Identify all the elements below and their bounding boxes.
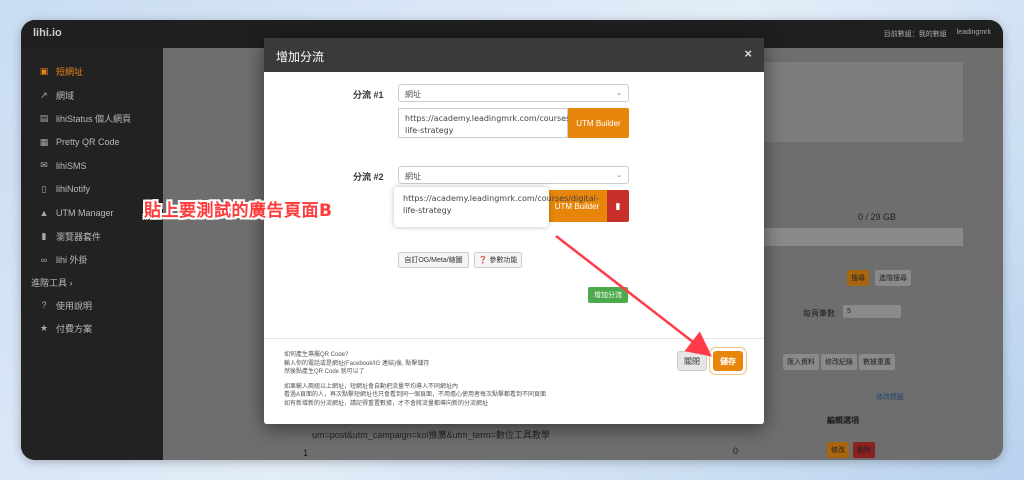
split-1-url-input[interactable]: https://academy.leadingmrk.com/courses/d… [398, 108, 601, 138]
split-2-url-value: https://academy.leadingmrk.com/courses/d… [403, 194, 599, 215]
sidebar-item-label: 使用說明 [56, 300, 93, 311]
sidebar-item-2[interactable]: ▤ lihiStatus 個人網頁 [21, 107, 163, 131]
annotation-callout: 貼上要測試的廣告頁面B [144, 201, 333, 221]
modal-title: 增加分流 [276, 50, 325, 64]
per-page-label: 每頁筆數 [803, 309, 835, 318]
page-icon: ▤ [39, 113, 49, 124]
edit-tags-link: 修改標籤 [876, 394, 904, 401]
sidebar-item-8[interactable]: ∞ lihi 外掛 [21, 248, 163, 272]
search-field-bg [763, 228, 963, 246]
group-selector[interactable]: 目前數組：我的數組 [884, 29, 947, 39]
star-icon: ★ [39, 323, 49, 334]
sidebar-item-label: UTM Manager [56, 207, 114, 218]
phone-icon: ▯ [41, 183, 47, 194]
sidebar-item-0[interactable]: ▣ 短網址 [21, 60, 163, 84]
split-1-label: 分流 #1 [353, 90, 384, 100]
help-line: 然後點產生QR Code 就可以了 [284, 369, 365, 376]
link-box-icon: ▣ [39, 66, 49, 77]
help-line: 如有新增新的分流網址，請記得重置數據，才不會將流量都導向新的分流網址 [284, 400, 489, 407]
background-tab-1: 修改紀錄 [821, 354, 857, 370]
modal-footer: 如何產生專屬QR Code? 輸入你的電話或是網址(Facebook/IG 連結)… [264, 338, 764, 424]
sidebar-item-label: 瀏覽器套件 [56, 231, 102, 242]
utm-icon: ▲ [39, 207, 49, 218]
close-icon[interactable]: × [744, 46, 752, 61]
sidebar-item-label: Pretty QR Code [56, 137, 120, 148]
account-menu[interactable]: leadingmrk [957, 29, 991, 39]
help-line: 如何產生專屬QR Code? [284, 352, 349, 358]
sidebar-item-3[interactable]: ▦ Pretty QR Code [21, 131, 163, 155]
split-2-type-value: 網址 [405, 172, 421, 181]
sidebar-item-label: 網域 [56, 90, 75, 101]
param-function-button[interactable]: ❓ 參數功能 [474, 252, 522, 268]
close-button[interactable]: 關閉 [677, 351, 707, 371]
sidebar-item-7[interactable]: ▮ 瀏覽器套件 [21, 225, 163, 249]
split-1-utm-builder-button[interactable]: UTM Builder [568, 108, 629, 138]
edit-options-header: 編輯選項 [827, 416, 859, 425]
help-line: 如果輸入兩組以上網址，短網址會自動把流量平均導入不同網址內 [284, 383, 459, 390]
sidebar-item-more-1[interactable]: ★ 付費方案 [21, 317, 163, 341]
split-2-delete-button[interactable]: ▮ [607, 190, 629, 222]
sidebar-item-4[interactable]: ✉ lihiSMS [21, 154, 163, 178]
add-split-button[interactable]: 增加分流 [588, 287, 628, 303]
help-line: 看過A頁面的人，再次點擊短網址也只會看到同一個頁面，不用擔心使用者每次點擊都看到… [284, 392, 547, 399]
storage-usage: 0 / 29 GB [858, 212, 897, 222]
question-icon: ❓ [478, 257, 488, 264]
plugin-icon: ∞ [40, 254, 48, 265]
row-url-tail: um=post&utm_campaign=kol推廣&utm_term=數位工具… [312, 430, 550, 440]
sidebar-item-more-0[interactable]: ? 使用說明 [21, 294, 163, 318]
sidebar-item-5[interactable]: ▯ lihiNotify [21, 178, 163, 202]
edit-button-bg: 修改 [827, 442, 849, 458]
row-count: 0 [733, 446, 739, 456]
top-right-menu: 目前數組：我的數組 leadingmrk [884, 29, 991, 39]
split-1-type-select[interactable]: 網址 ⌄ [398, 84, 629, 102]
background-panel [763, 62, 963, 142]
qr-icon: ▦ [39, 136, 49, 147]
search-button-bg: 搜尋 [847, 270, 869, 286]
background-tab-2: 數據重置 [859, 354, 895, 370]
sidebar-item-1[interactable]: ↗ 網域 [21, 84, 163, 108]
custom-og-button[interactable]: 自訂OG/Meta/縮圖 [398, 252, 469, 268]
tabs-bg: 匯入資料 修改紀錄 數據重置 [783, 354, 895, 370]
sidebar-item-label: lihiSMS [56, 160, 87, 171]
sidebar-item-label: lihiNotify [56, 184, 91, 195]
split-2-url-input[interactable]: https://academy.leadingmrk.com/courses/d… [394, 187, 599, 227]
sidebar-item-label: 付費方案 [56, 324, 93, 335]
param-function-label: 參數功能 [489, 257, 518, 264]
chevron-down-icon: ⌄ [616, 172, 622, 179]
help-icon: ? [41, 300, 47, 311]
add-split-modal: 增加分流 × 分流 #1 網址 ⌄ https://academy.leadin… [264, 38, 764, 424]
help-line: 輸入你的電話或是網址(Facebook/IG 連結)後, 點擊儲存 [284, 360, 430, 367]
sidebar-item-6[interactable]: ▲ UTM Manager [21, 201, 163, 225]
delete-button-bg: 刪除 [853, 442, 875, 458]
save-button[interactable]: 儲存 [710, 348, 746, 374]
mail-icon: ✉ [40, 160, 48, 171]
row-number: 1 [303, 448, 309, 458]
split-2-type-select[interactable]: 網址 ⌄ [398, 166, 629, 184]
chevron-down-icon: ⌄ [616, 90, 622, 97]
sidebar-item-label: 短網址 [56, 67, 84, 78]
adv-search-button-bg: 進階搜尋 [875, 270, 911, 286]
external-link-icon: ↗ [40, 89, 48, 100]
sidebar-item-label: lihi 外掛 [56, 255, 88, 266]
brand-logo[interactable]: lihi.io [33, 27, 62, 39]
sidebar-section-advanced[interactable]: 進階工具 › [21, 272, 163, 294]
split-2-label: 分流 #2 [353, 172, 384, 182]
split-1-type-value: 網址 [405, 90, 421, 99]
bookmark-icon: ▮ [41, 230, 47, 241]
sidebar: ▣ 短網址 ↗ 網域 ▤ lihiStatus 個人網頁 ▦ Pretty QR Code ✉ l… [21, 48, 163, 460]
trash-icon: ▮ [615, 200, 621, 211]
modal-header: 增加分流 × [264, 38, 764, 72]
per-page-select-bg: 5 [843, 305, 901, 318]
sidebar-item-label: lihiStatus 個人網頁 [56, 114, 132, 125]
background-tab-0: 匯入資料 [783, 354, 819, 370]
help-text: 如何產生專屬QR Code? 輸入你的電話或是網址(Facebook/IG 連結)… [284, 351, 546, 409]
